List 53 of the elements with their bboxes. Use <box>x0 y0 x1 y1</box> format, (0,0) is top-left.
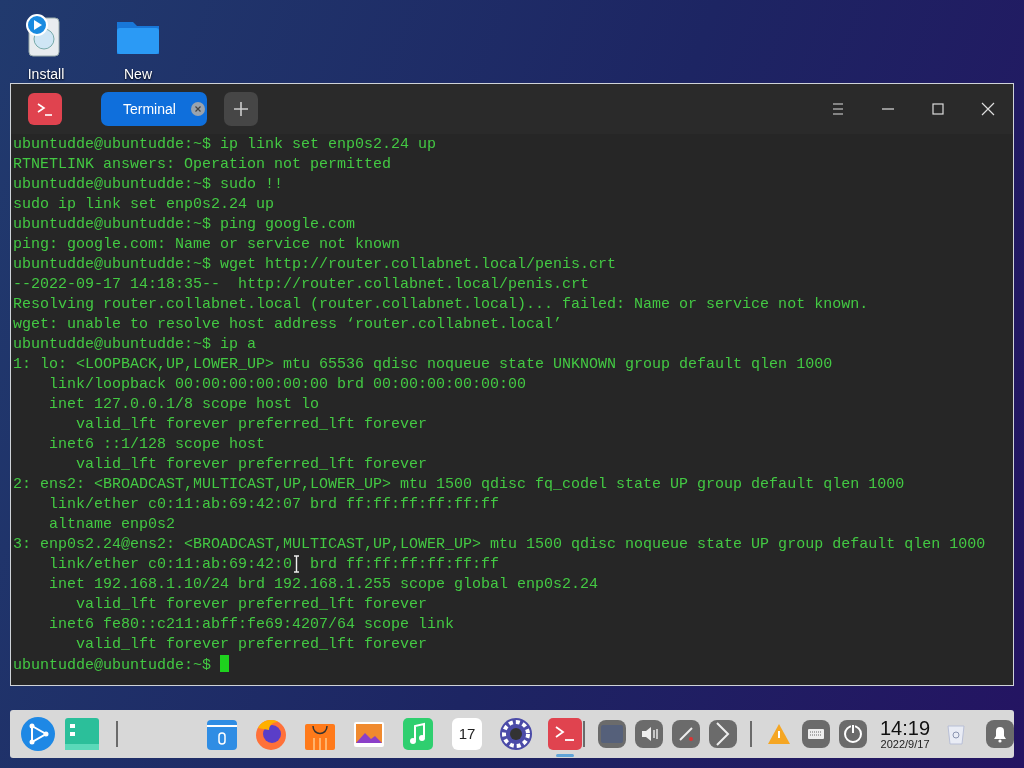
volume-button[interactable] <box>635 720 663 748</box>
terminal-line: ubuntudde@ubuntudde:~$ sudo !! <box>13 175 285 195</box>
terminal-line: inet6 ::1/128 scope host <box>48 435 267 455</box>
terminal-line: 2: ens2: <BROADCAST,MULTICAST,UP,LOWER_UP> mtu 1500 qdisc fq_codel state UP group default qlen 1000 <box>13 475 906 495</box>
keyboard-button[interactable] <box>802 720 830 748</box>
terminal-line: ubuntudde@ubuntudde:~$ wget http://router.collabnet.local/penis.crt <box>13 255 618 275</box>
terminal-icon[interactable] <box>547 716 583 752</box>
terminal-line: --2022-09-17 14:18:35-- http://router.collabnet.local/penis.crt <box>13 275 591 295</box>
terminal-line: inet 192.168.1.10/24 brd 192.168.1.255 scope global enp0s2.24 <box>48 575 600 595</box>
add-tab-button[interactable] <box>224 92 258 126</box>
prompt-text: ubuntudde@ubuntudde:~$ <box>13 657 213 674</box>
terminal-app-icon[interactable] <box>28 93 62 125</box>
clock-time: 14:19 <box>880 718 931 738</box>
tab[interactable]: Terminal <box>101 92 207 126</box>
terminal-line: link/loopback 00:00:00:00:00:00 brd 00:00:00:00:00:00 <box>48 375 528 395</box>
power-button[interactable] <box>839 720 867 748</box>
terminal-line: altname enp0s2 <box>48 515 177 535</box>
terminal-line: inet 127.0.0.1/8 scope host lo <box>48 395 321 415</box>
calendar-day: 17 <box>458 722 476 746</box>
close-icon[interactable] <box>979 100 997 118</box>
terminal-line: 3: enp0s2.24@ens2: <BROADCAST,MULTICAST,UP,LOWER_UP> mtu 1500 qdisc noqueue state UP group default qlen 1000 <box>13 535 987 555</box>
close-tab-icon[interactable] <box>191 102 205 116</box>
terminal-line: ubuntudde@ubuntudde:~$ ping google.com <box>13 215 357 235</box>
terminal-line: sudo ip link set enp0s2.24 up <box>13 195 276 215</box>
terminal-line: valid_lft forever preferred_lft forever <box>75 595 429 615</box>
plus-icon[interactable] <box>233 101 249 117</box>
desktop-icon-label: Install <box>27 66 65 82</box>
multitask-icon[interactable] <box>64 716 100 752</box>
notification-button[interactable] <box>986 720 1015 748</box>
terminal-line: Resolving router.collabnet.local (router.collabnet.local)... failed: Name or service not known. <box>13 295 870 315</box>
terminal-line: valid_lft forever preferred_lft forever <box>75 455 429 475</box>
terminal-line: valid_lft forever preferred_lft forever <box>75 415 429 435</box>
terminal-line: brd ff:ff:ff:ff:ff:ff <box>309 556 500 573</box>
terminal-line: valid_lft forever preferred_lft forever <box>75 635 429 655</box>
network-button[interactable] <box>672 720 700 748</box>
terminal-line: ubuntudde@ubuntudde:~$ ip link set enp0s2.24 up <box>13 135 438 155</box>
desktop-icon-label: New <box>124 66 152 82</box>
terminal-line: ping: google.com: Name or service not known <box>13 235 402 255</box>
calendar-icon[interactable]: 17 <box>452 718 482 750</box>
gear-icon[interactable] <box>498 716 534 752</box>
terminal-line: ubuntudde@ubuntudde:~$ ip a <box>13 335 258 355</box>
keyboard-layout-button[interactable] <box>598 720 626 748</box>
terminal-line: RTNETLINK answers: Operation not permitted <box>13 155 393 175</box>
terminal-line: 1: lo: <LOOPBACK,UP,LOWER_UP> mtu 65536 qdisc noqueue state UNKNOWN group default qlen 1000 <box>13 355 834 375</box>
terminal-line: link/ether c0:11:ab:69:42:07 brd ff:ff:ff:ff:ff:ff <box>48 495 501 515</box>
text-cursor-pointer-icon <box>292 555 302 574</box>
launcher-icon[interactable] <box>20 716 56 752</box>
clock-date: 2022/9/17 <box>880 738 930 750</box>
terminal-line: wget: unable to resolve host address ‘router.collabnet.local’ <box>13 315 564 335</box>
terminal-line: inet6 fe80::c211:abff:fe69:4207/64 scope link <box>48 615 456 635</box>
expand-button[interactable] <box>709 720 737 748</box>
terminal-line: link/ether c0:11:ab:69:42:0 <box>48 556 293 573</box>
maximize-icon[interactable] <box>929 100 947 118</box>
